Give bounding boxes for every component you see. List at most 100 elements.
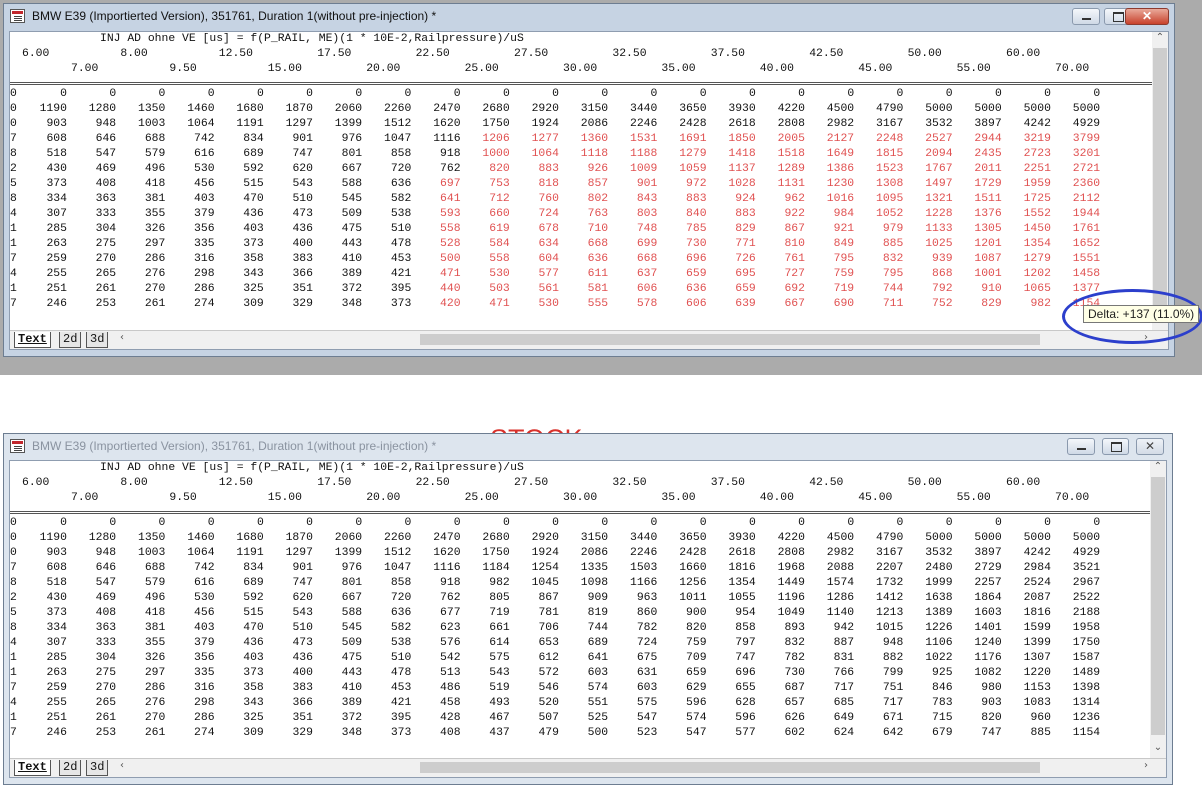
table-cell[interactable]: 882 bbox=[883, 652, 904, 664]
table-cell[interactable]: 0 bbox=[1093, 517, 1100, 529]
table-cell[interactable]: 473 bbox=[292, 637, 313, 649]
table-cell[interactable]: 358 bbox=[243, 682, 264, 694]
table-cell[interactable]: 1870 bbox=[286, 532, 313, 544]
table-cell[interactable]: 4929 bbox=[1073, 547, 1100, 559]
table-cell[interactable]: 641 bbox=[440, 193, 461, 205]
title-bar[interactable]: BMW E39 (Importierted Version), 351761, … bbox=[4, 434, 1172, 461]
table-cell[interactable]: 2251 bbox=[1024, 163, 1051, 175]
table-cell[interactable]: 471 bbox=[440, 268, 461, 280]
table-cell[interactable]: 820 bbox=[686, 622, 707, 634]
table-cell[interactable]: 1188 bbox=[630, 148, 657, 160]
table-cell[interactable]: 2248 bbox=[876, 133, 903, 145]
table-cell[interactable]: 3897 bbox=[974, 547, 1001, 559]
table-cell[interactable]: 748 bbox=[637, 223, 658, 235]
table-cell[interactable]: 596 bbox=[686, 697, 707, 709]
table-cell[interactable]: 747 bbox=[292, 577, 313, 589]
table-cell[interactable]: 2246 bbox=[630, 118, 657, 130]
table-cell[interactable]: 555 bbox=[588, 298, 609, 310]
table-cell[interactable]: 5000 bbox=[1024, 103, 1051, 115]
table-cell[interactable]: 1095 bbox=[876, 193, 903, 205]
table-cell[interactable]: 2680 bbox=[482, 532, 509, 544]
map-text-view[interactable]: INJ AD ohne VE [us] = f(P_RAIL, ME)(1 * … bbox=[9, 460, 1167, 778]
table-cell[interactable]: 469 bbox=[96, 163, 117, 175]
table-cell[interactable]: 2011 bbox=[974, 163, 1001, 175]
table-cell[interactable]: 2723 bbox=[1024, 148, 1051, 160]
table-cell[interactable]: 471 bbox=[489, 298, 510, 310]
table-cell[interactable]: 355 bbox=[145, 637, 166, 649]
table-cell[interactable]: 810 bbox=[784, 238, 805, 250]
table-cell[interactable]: 1201 bbox=[974, 238, 1001, 250]
table-cell[interactable]: 475 bbox=[342, 652, 363, 664]
vertical-scroll-thumb[interactable] bbox=[1151, 477, 1165, 735]
table-cell[interactable]: 2060 bbox=[335, 532, 362, 544]
table-cell[interactable]: 574 bbox=[588, 682, 609, 694]
table-cell[interactable]: 574 bbox=[686, 712, 707, 724]
table-cell[interactable]: 525 bbox=[588, 712, 609, 724]
table-cell[interactable]: 603 bbox=[588, 667, 609, 679]
table-cell[interactable]: 333 bbox=[96, 637, 117, 649]
table-cell[interactable]: 2360 bbox=[1073, 178, 1100, 190]
table-cell[interactable]: 2087 bbox=[1024, 592, 1051, 604]
table-cell[interactable]: 922 bbox=[784, 208, 805, 220]
table-cell[interactable]: 513 bbox=[440, 667, 461, 679]
table-cell[interactable]: 0 bbox=[454, 517, 461, 529]
minimize-button[interactable] bbox=[1067, 438, 1095, 455]
table-cell[interactable]: 2982 bbox=[827, 118, 854, 130]
table-cell[interactable]: 1025 bbox=[925, 238, 952, 250]
table-cell[interactable]: 251 bbox=[46, 712, 67, 724]
table-cell[interactable]: 0 bbox=[208, 88, 215, 100]
table-cell[interactable]: 400 bbox=[292, 667, 313, 679]
table-cell[interactable]: 0 bbox=[159, 88, 166, 100]
table-cell[interactable]: 668 bbox=[588, 238, 609, 250]
table-cell[interactable]: 1153 bbox=[1024, 682, 1051, 694]
table-cell[interactable]: 720 bbox=[391, 163, 412, 175]
table-cell[interactable]: 619 bbox=[489, 223, 510, 235]
table-cell[interactable]: 428 bbox=[440, 712, 461, 724]
table-cell[interactable]: 689 bbox=[243, 148, 264, 160]
table-cell[interactable]: 0 bbox=[946, 88, 953, 100]
table-cell[interactable]: 383 bbox=[292, 682, 313, 694]
table-cell[interactable]: 588 bbox=[342, 607, 363, 619]
table-cell[interactable]: 366 bbox=[292, 697, 313, 709]
table-cell[interactable]: 329 bbox=[292, 727, 313, 739]
table-cell[interactable]: 373 bbox=[391, 298, 412, 310]
table-cell[interactable]: 948 bbox=[883, 637, 904, 649]
table-cell[interactable]: 316 bbox=[194, 253, 215, 265]
table-cell[interactable]: 858 bbox=[391, 577, 412, 589]
table-cell[interactable]: 689 bbox=[243, 577, 264, 589]
table-cell[interactable]: 982 bbox=[489, 577, 510, 589]
table-cell[interactable]: 771 bbox=[735, 238, 756, 250]
table-cell[interactable]: 3521 bbox=[1073, 562, 1100, 574]
table-cell[interactable]: 383 bbox=[292, 253, 313, 265]
table-cell[interactable]: 715 bbox=[932, 712, 953, 724]
table-cell[interactable]: 657 bbox=[784, 697, 805, 709]
table-cell[interactable]: 1924 bbox=[532, 118, 559, 130]
table-cell[interactable]: 478 bbox=[391, 238, 412, 250]
table-cell[interactable]: 1277 bbox=[532, 133, 559, 145]
table-cell[interactable]: 0 bbox=[503, 517, 510, 529]
table-cell[interactable]: 334 bbox=[46, 622, 67, 634]
table-cell[interactable]: 626 bbox=[784, 712, 805, 724]
table-cell[interactable]: 0 bbox=[897, 88, 904, 100]
table-cell[interactable]: 782 bbox=[784, 652, 805, 664]
table-cell[interactable]: 372 bbox=[342, 712, 363, 724]
table-cell[interactable]: 509 bbox=[342, 208, 363, 220]
table-cell[interactable]: 473 bbox=[292, 208, 313, 220]
tab-3d[interactable]: 3d bbox=[86, 760, 109, 776]
table-cell[interactable]: 470 bbox=[243, 622, 264, 634]
table-cell[interactable]: 285 bbox=[46, 652, 67, 664]
table-cell[interactable]: 1190 bbox=[40, 532, 67, 544]
table-cell[interactable]: 1376 bbox=[974, 208, 1001, 220]
table-cell[interactable]: 246 bbox=[46, 727, 67, 739]
table-cell[interactable]: 542 bbox=[440, 652, 461, 664]
table-cell[interactable]: 1512 bbox=[384, 547, 411, 559]
table-cell[interactable]: 659 bbox=[735, 283, 756, 295]
table-cell[interactable]: 1450 bbox=[1024, 223, 1051, 235]
table-cell[interactable]: 1015 bbox=[876, 622, 903, 634]
table-cell[interactable]: 3150 bbox=[581, 103, 608, 115]
table-cell[interactable]: 1049 bbox=[778, 607, 805, 619]
table-cell[interactable]: 972 bbox=[686, 178, 707, 190]
table-cell[interactable]: 910 bbox=[981, 283, 1002, 295]
table-cell[interactable]: 939 bbox=[932, 253, 953, 265]
table-cell[interactable]: 858 bbox=[735, 622, 756, 634]
